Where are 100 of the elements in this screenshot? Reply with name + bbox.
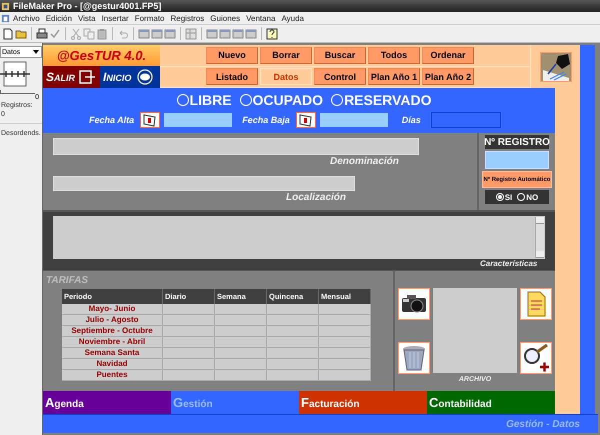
nav-button[interactable]: Buscar bbox=[314, 46, 366, 64]
auto-radio[interactable]: SI bbox=[496, 192, 512, 202]
table-cell[interactable] bbox=[215, 337, 267, 348]
table-cell[interactable] bbox=[215, 315, 267, 326]
menu-item[interactable]: Registros bbox=[168, 14, 208, 22]
menu-item[interactable]: Guiones bbox=[207, 14, 244, 22]
window-icon[interactable] bbox=[151, 28, 163, 40]
window-icon[interactable] bbox=[245, 28, 257, 40]
menu-item[interactable]: Formato bbox=[132, 14, 168, 22]
calendar-icon[interactable] bbox=[296, 112, 316, 128]
table-cell: Puentes bbox=[62, 370, 163, 381]
caret-icon bbox=[33, 50, 39, 54]
section-tab[interactable]: Contabilidad bbox=[427, 391, 555, 414]
spell-check-icon[interactable] bbox=[49, 28, 61, 40]
writing-hand-icon[interactable] bbox=[540, 52, 572, 82]
copy-icon[interactable] bbox=[83, 28, 95, 40]
window-icon[interactable] bbox=[232, 28, 244, 40]
window-title: FileMaker Pro - [@gestur4001.FP5] bbox=[13, 1, 162, 11]
table-cell[interactable] bbox=[267, 337, 319, 348]
end-date-field[interactable] bbox=[320, 113, 388, 127]
scrollbar[interactable] bbox=[535, 217, 544, 258]
table-cell[interactable] bbox=[319, 337, 371, 348]
table-cell[interactable] bbox=[267, 326, 319, 337]
table-cell[interactable] bbox=[163, 370, 215, 381]
document-icon[interactable] bbox=[1, 14, 10, 22]
menu-item[interactable]: Archivo bbox=[10, 14, 43, 22]
table-cell[interactable] bbox=[215, 359, 267, 370]
end-date-label: Fecha Baja bbox=[242, 115, 290, 125]
table-cell[interactable] bbox=[319, 315, 371, 326]
table-cell[interactable] bbox=[267, 315, 319, 326]
window-icon[interactable] bbox=[138, 28, 150, 40]
table-cell[interactable] bbox=[163, 348, 215, 359]
nav-button[interactable]: Datos bbox=[260, 68, 312, 86]
nav-button[interactable]: Nuevo bbox=[206, 46, 258, 64]
nav-button[interactable]: Plan Año 2 bbox=[422, 68, 474, 86]
table-cell[interactable] bbox=[319, 359, 371, 370]
nav-button[interactable]: Control bbox=[314, 68, 366, 86]
table-cell[interactable] bbox=[215, 326, 267, 337]
name-field[interactable] bbox=[53, 138, 419, 155]
folder-icon[interactable] bbox=[15, 28, 27, 40]
trash-can-icon[interactable] bbox=[398, 342, 430, 374]
undo-icon[interactable] bbox=[117, 28, 129, 40]
section-title: TARIFAS bbox=[46, 275, 90, 286]
home-button[interactable]: INICIO bbox=[100, 66, 160, 88]
table-cell[interactable] bbox=[163, 315, 215, 326]
auto-radio[interactable]: NO bbox=[517, 192, 538, 202]
days-label: Días bbox=[402, 115, 421, 125]
table-cell: Noviembre - Abril bbox=[62, 337, 163, 348]
section-tab[interactable]: Agenda bbox=[43, 391, 171, 414]
table-cell[interactable] bbox=[163, 359, 215, 370]
registry-field[interactable] bbox=[485, 151, 549, 169]
document-icon[interactable] bbox=[520, 288, 552, 320]
layout-icon[interactable] bbox=[185, 28, 197, 40]
menu-item[interactable]: Ventana bbox=[243, 14, 278, 22]
days-field[interactable] bbox=[430, 112, 501, 128]
nav-button[interactable]: Listado bbox=[206, 68, 258, 86]
location-label: Localización bbox=[286, 192, 346, 203]
window-icon[interactable] bbox=[219, 28, 231, 40]
table-cell[interactable] bbox=[163, 337, 215, 348]
table-cell[interactable] bbox=[215, 370, 267, 381]
table-cell[interactable] bbox=[319, 304, 371, 315]
menu-item[interactable]: Edición bbox=[42, 14, 75, 22]
camera-icon[interactable] bbox=[398, 288, 430, 320]
table-cell[interactable] bbox=[215, 304, 267, 315]
status-radio[interactable]: LIBRE bbox=[176, 92, 232, 108]
location-field[interactable] bbox=[53, 176, 355, 191]
table-cell: Julio - Agosto bbox=[62, 315, 163, 326]
new-document-icon[interactable] bbox=[2, 28, 14, 40]
table-cell[interactable] bbox=[267, 304, 319, 315]
menu-item[interactable]: Insertar bbox=[98, 14, 132, 22]
table-cell[interactable] bbox=[267, 370, 319, 381]
magnifier-icon[interactable] bbox=[520, 342, 552, 374]
window-icon[interactable] bbox=[206, 28, 218, 40]
table-cell[interactable] bbox=[267, 348, 319, 359]
calendar-icon[interactable] bbox=[140, 112, 160, 128]
table-cell[interactable] bbox=[215, 348, 267, 359]
status-radio[interactable]: OCUPADO bbox=[240, 92, 324, 108]
table-cell[interactable] bbox=[163, 326, 215, 337]
scissors-icon[interactable] bbox=[70, 28, 82, 40]
clipboard-icon[interactable] bbox=[96, 28, 108, 40]
nav-button[interactable]: Plan Año 1 bbox=[368, 68, 420, 86]
nav-button[interactable]: Borrar bbox=[260, 46, 312, 64]
table-cell[interactable] bbox=[319, 326, 371, 337]
help-icon[interactable] bbox=[266, 28, 278, 40]
table-cell[interactable] bbox=[163, 304, 215, 315]
table-cell[interactable] bbox=[319, 370, 371, 381]
table-cell[interactable] bbox=[267, 359, 319, 370]
printer-icon[interactable] bbox=[36, 28, 48, 40]
features-field[interactable] bbox=[53, 216, 545, 259]
start-date-field[interactable] bbox=[164, 113, 232, 127]
section-tab[interactable]: Facturación bbox=[299, 391, 427, 414]
table-cell[interactable] bbox=[319, 348, 371, 359]
status-radio[interactable]: RESERVADO bbox=[331, 92, 432, 108]
app-logo: @GesTUR 4.0. bbox=[43, 45, 160, 66]
menu-item[interactable]: Ayuda bbox=[278, 14, 308, 22]
nav-button[interactable]: Todos bbox=[368, 46, 420, 64]
window-icon[interactable] bbox=[164, 28, 176, 40]
nav-button[interactable]: Ordenar bbox=[422, 46, 474, 64]
menu-item[interactable]: Vista bbox=[74, 14, 99, 22]
exit-button[interactable]: SALIR bbox=[43, 66, 100, 88]
